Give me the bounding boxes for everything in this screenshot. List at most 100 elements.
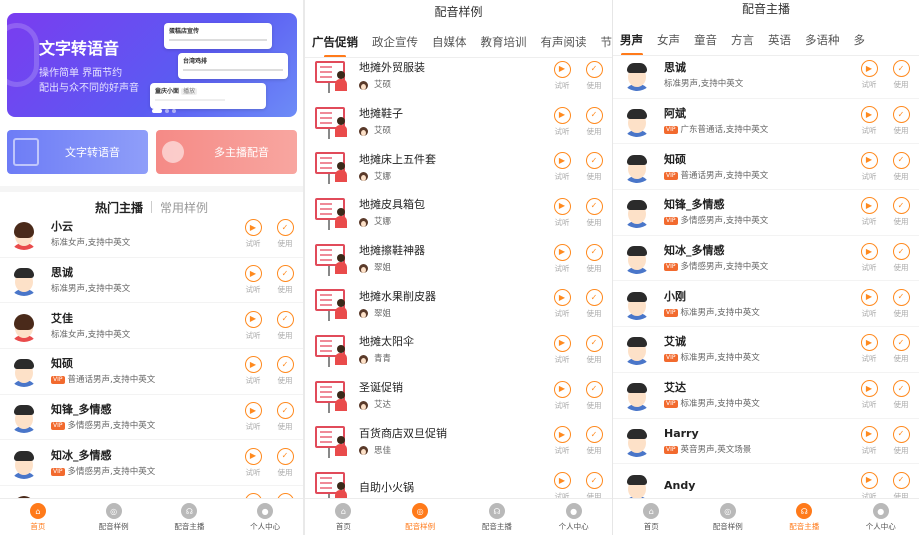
tab-item[interactable]: 多语种 [798, 32, 847, 48]
listen-button[interactable]: ▶ 试听 [237, 310, 269, 341]
sample-row[interactable]: 地摊太阳伞 青青 ▶ 试听 ✓ 使用 [305, 327, 612, 373]
listen-button[interactable]: ▶ 试听 [853, 380, 885, 410]
use-button[interactable]: ✓ 使用 [885, 106, 917, 136]
anchor-row[interactable]: 知硕 VIP 普通话男声,支持中英文 ▶ 试听 ✓ 使用 [613, 144, 919, 191]
anchor-row[interactable]: 小云 标准女声,支持中英文 ▶ 试听 ✓ 使用 [0, 212, 303, 258]
nav-item[interactable]: ◎ 配音样例 [382, 499, 459, 535]
listen-button[interactable]: ▶ 试听 [237, 356, 269, 386]
use-button[interactable]: ✓ 使用 [885, 197, 917, 227]
listen-button[interactable]: ▶ 试听 [853, 151, 885, 182]
sample-row[interactable]: 地摊水果削皮器 翠姐 ▶ 试听 ✓ 使用 [305, 281, 612, 327]
tab-item[interactable]: 自媒体 [425, 34, 474, 50]
nav-item[interactable]: ☊ 配音主播 [766, 499, 843, 535]
listen-button[interactable]: ▶ 试听 [853, 425, 885, 456]
use-button[interactable]: ✓ 使用 [269, 265, 301, 295]
tab-item[interactable]: 节 [594, 34, 613, 50]
listen-button[interactable]: ▶ 试听 [237, 265, 269, 295]
multi-anchor-button[interactable]: 多主播配音 [156, 130, 297, 174]
anchor-row[interactable]: 小刚 VIP 标准男声,支持中英文 ▶ 试听 ✓ 使用 [613, 281, 919, 328]
listen-button[interactable]: ▶ 试听 [853, 243, 885, 273]
listen-button[interactable]: ▶ 试听 [237, 402, 269, 432]
sample-row[interactable]: 百货商店双旦促销 思佳 ▶ 试听 ✓ 使用 [305, 419, 612, 465]
use-button[interactable]: ✓ 使用 [269, 219, 301, 249]
use-button[interactable]: ✓ 使用 [885, 380, 917, 410]
listen-button[interactable]: ▶ 试听 [853, 334, 885, 364]
listen-button[interactable]: ▶ 试听 [237, 219, 269, 249]
nav-item[interactable]: ⌂ 首页 [613, 499, 690, 535]
anchor-row[interactable]: 艾佳 标准女声,支持中英文 ▶ 试听 ✓ 使用 [0, 303, 303, 350]
nav-item[interactable]: ☊ 配音主播 [152, 499, 228, 535]
sample-row[interactable]: 地摊鞋子 艾硕 ▶ 试听 ✓ 使用 [305, 99, 612, 145]
listen-button[interactable]: ▶ 试听 [546, 243, 578, 274]
listen-button[interactable]: ▶ 试听 [853, 106, 885, 136]
use-button[interactable]: ✓ 使用 [578, 152, 610, 182]
nav-item[interactable]: ☊ 配音主播 [459, 499, 536, 535]
use-button[interactable]: ✓ 使用 [578, 243, 610, 274]
listen-button[interactable]: ▶ 试听 [546, 152, 578, 182]
nav-item[interactable]: ● 个人中心 [227, 499, 303, 535]
anchor-row[interactable]: 知硕 VIP 普通话男声,支持中英文 ▶ 试听 ✓ 使用 [0, 349, 303, 395]
use-button[interactable]: ✓ 使用 [885, 151, 917, 182]
listen-button[interactable]: ▶ 试听 [546, 426, 578, 456]
listen-button[interactable]: ▶ 试听 [546, 334, 578, 365]
sample-row[interactable]: 地摊床上五件套 艾娜 ▶ 试听 ✓ 使用 [305, 144, 612, 190]
use-button[interactable]: ✓ 使用 [269, 447, 301, 478]
sample-row[interactable]: 地摊皮具箱包 艾娜 ▶ 试听 ✓ 使用 [305, 190, 612, 236]
tab-item[interactable]: 女声 [650, 32, 687, 48]
listen-button[interactable]: ▶ 试听 [853, 60, 885, 90]
listen-button[interactable]: ▶ 试听 [546, 289, 578, 319]
use-button[interactable]: ✓ 使用 [578, 197, 610, 228]
tab-item[interactable]: 童音 [687, 32, 724, 48]
use-button[interactable]: ✓ 使用 [578, 380, 610, 411]
anchor-row[interactable]: Harry VIP 英音男声,英文场景 ▶ 试听 ✓ 使用 [613, 419, 919, 465]
anchor-row[interactable]: 知冰_多情感 VIP 多情感男声,支持中英文 ▶ 试听 ✓ 使用 [613, 236, 919, 282]
use-button[interactable]: ✓ 使用 [885, 288, 917, 319]
anchor-row[interactable]: 知冰_多情感 VIP 多情感男声,支持中英文 ▶ 试听 ✓ 使用 [0, 440, 303, 487]
anchor-row[interactable]: 知锋_多情感 VIP 多情感男声,支持中英文 ▶ 试听 ✓ 使用 [613, 190, 919, 236]
use-button[interactable]: ✓ 使用 [578, 334, 610, 365]
nav-item[interactable]: ● 个人中心 [535, 499, 612, 535]
listen-button[interactable]: ▶ 试听 [853, 197, 885, 227]
anchor-row[interactable]: 思诚 标准男声,支持中英文 ▶ 试听 ✓ 使用 [0, 258, 303, 304]
sample-row[interactable]: 地摊擦鞋神器 翠姐 ▶ 试听 ✓ 使用 [305, 236, 612, 282]
anchor-row[interactable]: 艾达 VIP 标准男声,支持中英文 ▶ 试听 ✓ 使用 [613, 373, 919, 419]
use-button[interactable]: ✓ 使用 [269, 402, 301, 432]
anchor-row[interactable]: 思诚 标准男声,支持中英文 ▶ 试听 ✓ 使用 [613, 53, 919, 99]
use-button[interactable]: ✓ 使用 [578, 289, 610, 319]
listen-button[interactable]: ▶ 试听 [546, 106, 578, 137]
anchor-row[interactable]: 阿斌 VIP 广东普通话,支持中英文 ▶ 试听 ✓ 使用 [613, 99, 919, 145]
sample-row[interactable]: 地摊外贸服装 艾硕 ▶ 试听 ✓ 使用 [305, 53, 612, 99]
tab-item[interactable]: 多 [847, 32, 873, 48]
tab-item[interactable]: 方言 [724, 32, 761, 48]
nav-item[interactable]: ◎ 配音样例 [76, 499, 152, 535]
use-button[interactable]: ✓ 使用 [885, 60, 917, 90]
use-button[interactable]: ✓ 使用 [269, 310, 301, 341]
use-button[interactable]: ✓ 使用 [885, 334, 917, 364]
tab-item[interactable]: 男声 [613, 32, 650, 55]
text-to-speech-button[interactable]: 文字转语音 [7, 130, 148, 174]
tab-item[interactable]: 教育培训 [474, 34, 534, 50]
tab-item[interactable]: 政企宣传 [365, 34, 425, 50]
tab-item[interactable]: 英语 [761, 32, 798, 48]
listen-button[interactable]: ▶ 试听 [853, 288, 885, 319]
nav-item[interactable]: ● 个人中心 [843, 499, 919, 535]
use-button[interactable]: ✓ 使用 [269, 356, 301, 386]
nav-item[interactable]: ⌂ 首页 [305, 499, 382, 535]
anchor-row[interactable]: 知锋_多情感 VIP 多情感男声,支持中英文 ▶ 试听 ✓ 使用 [0, 395, 303, 441]
use-button[interactable]: ✓ 使用 [885, 243, 917, 273]
listen-button[interactable]: ▶ 试听 [546, 60, 578, 91]
nav-item[interactable]: ◎ 配音样例 [690, 499, 767, 535]
use-button[interactable]: ✓ 使用 [578, 426, 610, 456]
promo-banner[interactable]: 文字转语音 操作简单 界面节约 配出与众不同的好声音 蛋糕店宣传 台湾鸡排 童庆… [7, 13, 297, 117]
listen-button[interactable]: ▶ 试听 [546, 197, 578, 228]
use-button[interactable]: ✓ 使用 [885, 425, 917, 456]
tab-item[interactable]: 有声阅读 [534, 34, 594, 50]
anchor-row[interactable]: 艾诚 VIP 标准男声,支持中英文 ▶ 试听 ✓ 使用 [613, 327, 919, 373]
use-button[interactable]: ✓ 使用 [578, 106, 610, 137]
tab-item[interactable]: 广告促销 [305, 34, 365, 57]
sample-row[interactable]: 圣诞促销 艾达 ▶ 试听 ✓ 使用 [305, 373, 612, 419]
listen-button[interactable]: ▶ 试听 [546, 380, 578, 411]
listen-button[interactable]: ▶ 试听 [237, 447, 269, 478]
nav-item[interactable]: ⌂ 首页 [0, 499, 76, 535]
use-button[interactable]: ✓ 使用 [578, 60, 610, 91]
